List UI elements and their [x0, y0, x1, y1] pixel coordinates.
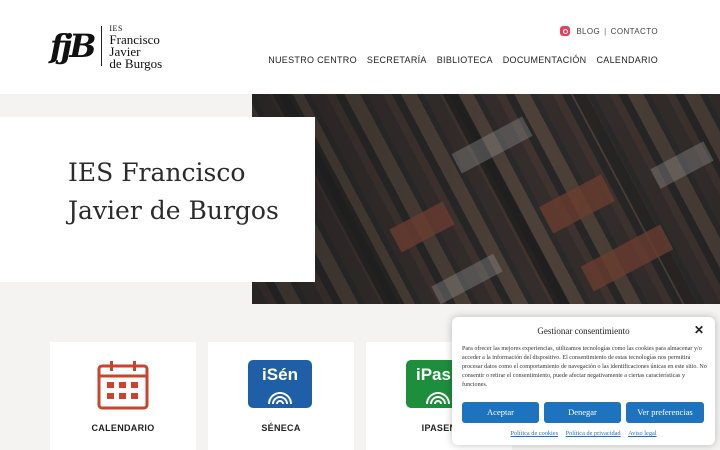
deny-button[interactable]: Denegar: [544, 402, 621, 423]
hero-title: IES Francisco Javier de Burgos: [68, 154, 298, 230]
consent-buttons: Aceptar Denegar Ver preferencias: [462, 402, 704, 423]
legal-notice-link[interactable]: Aviso legal: [628, 430, 656, 437]
close-icon[interactable]: ✕: [694, 324, 704, 336]
top-links: BLOG | CONTACTO: [560, 26, 658, 36]
hero-aerial-photo: [252, 94, 720, 304]
consent-body-text: Para ofrecer las mejores experiencias, u…: [462, 346, 707, 388]
logo-mark: fjB: [50, 27, 96, 65]
consent-links: Política de cookies Política de privacid…: [452, 430, 715, 437]
card-label-calendario: CALENDARIO: [91, 423, 155, 433]
nav-item-calendario[interactable]: CALENDARIO: [596, 55, 658, 65]
privacy-policy-link[interactable]: Política de privacidad: [566, 430, 621, 437]
contact-link[interactable]: CONTACTO: [611, 27, 658, 36]
nav-item-secretaria[interactable]: SECRETARÍA: [367, 55, 427, 65]
hero-title-line-1: IES Francisco: [68, 158, 246, 187]
calendar-icon: [97, 361, 149, 410]
seneca-logo-icon: iSén: [248, 360, 312, 408]
nav-item-nuestro-centro[interactable]: NUESTRO CENTRO: [268, 55, 357, 65]
site-logo[interactable]: fjB IES Francisco Javier de Burgos: [50, 23, 162, 70]
instagram-icon[interactable]: [560, 26, 571, 36]
site-header: fjB IES Francisco Javier de Burgos BLOG …: [0, 0, 720, 94]
logo-line-3: de Burgos: [109, 55, 163, 71]
hero-title-line-2: Javier de Burgos: [68, 196, 279, 225]
nav-item-documentacion[interactable]: DOCUMENTACIÓN: [503, 55, 587, 65]
card-seneca[interactable]: iSén SÉNECA: [208, 342, 354, 450]
logo-text: IES Francisco Javier de Burgos: [109, 23, 162, 70]
cookie-consent-dialog: Gestionar consentimiento ✕ Para ofrecer …: [452, 317, 715, 445]
nav-item-biblioteca[interactable]: BIBLIOTECA: [437, 55, 493, 65]
view-preferences-button[interactable]: Ver preferencias: [626, 402, 704, 423]
arcs-icon: [268, 392, 292, 404]
accept-button[interactable]: Aceptar: [462, 402, 539, 423]
cookie-policy-link[interactable]: Política de cookies: [510, 430, 558, 437]
card-calendario[interactable]: CALENDARIO: [50, 342, 196, 450]
card-label-seneca: SÉNECA: [261, 423, 301, 433]
seneca-icon-text: iSén: [262, 365, 298, 384]
top-links-separator: |: [604, 26, 607, 36]
hero-title-card: IES Francisco Javier de Burgos: [0, 117, 315, 282]
main-nav: NUESTRO CENTRO SECRETARÍA BIBLIOTECA DOC…: [268, 55, 658, 65]
consent-title: Gestionar consentimiento: [537, 326, 630, 336]
logo-divider: [101, 26, 103, 66]
arcs-icon: [426, 392, 450, 404]
blog-link[interactable]: BLOG: [576, 27, 600, 36]
